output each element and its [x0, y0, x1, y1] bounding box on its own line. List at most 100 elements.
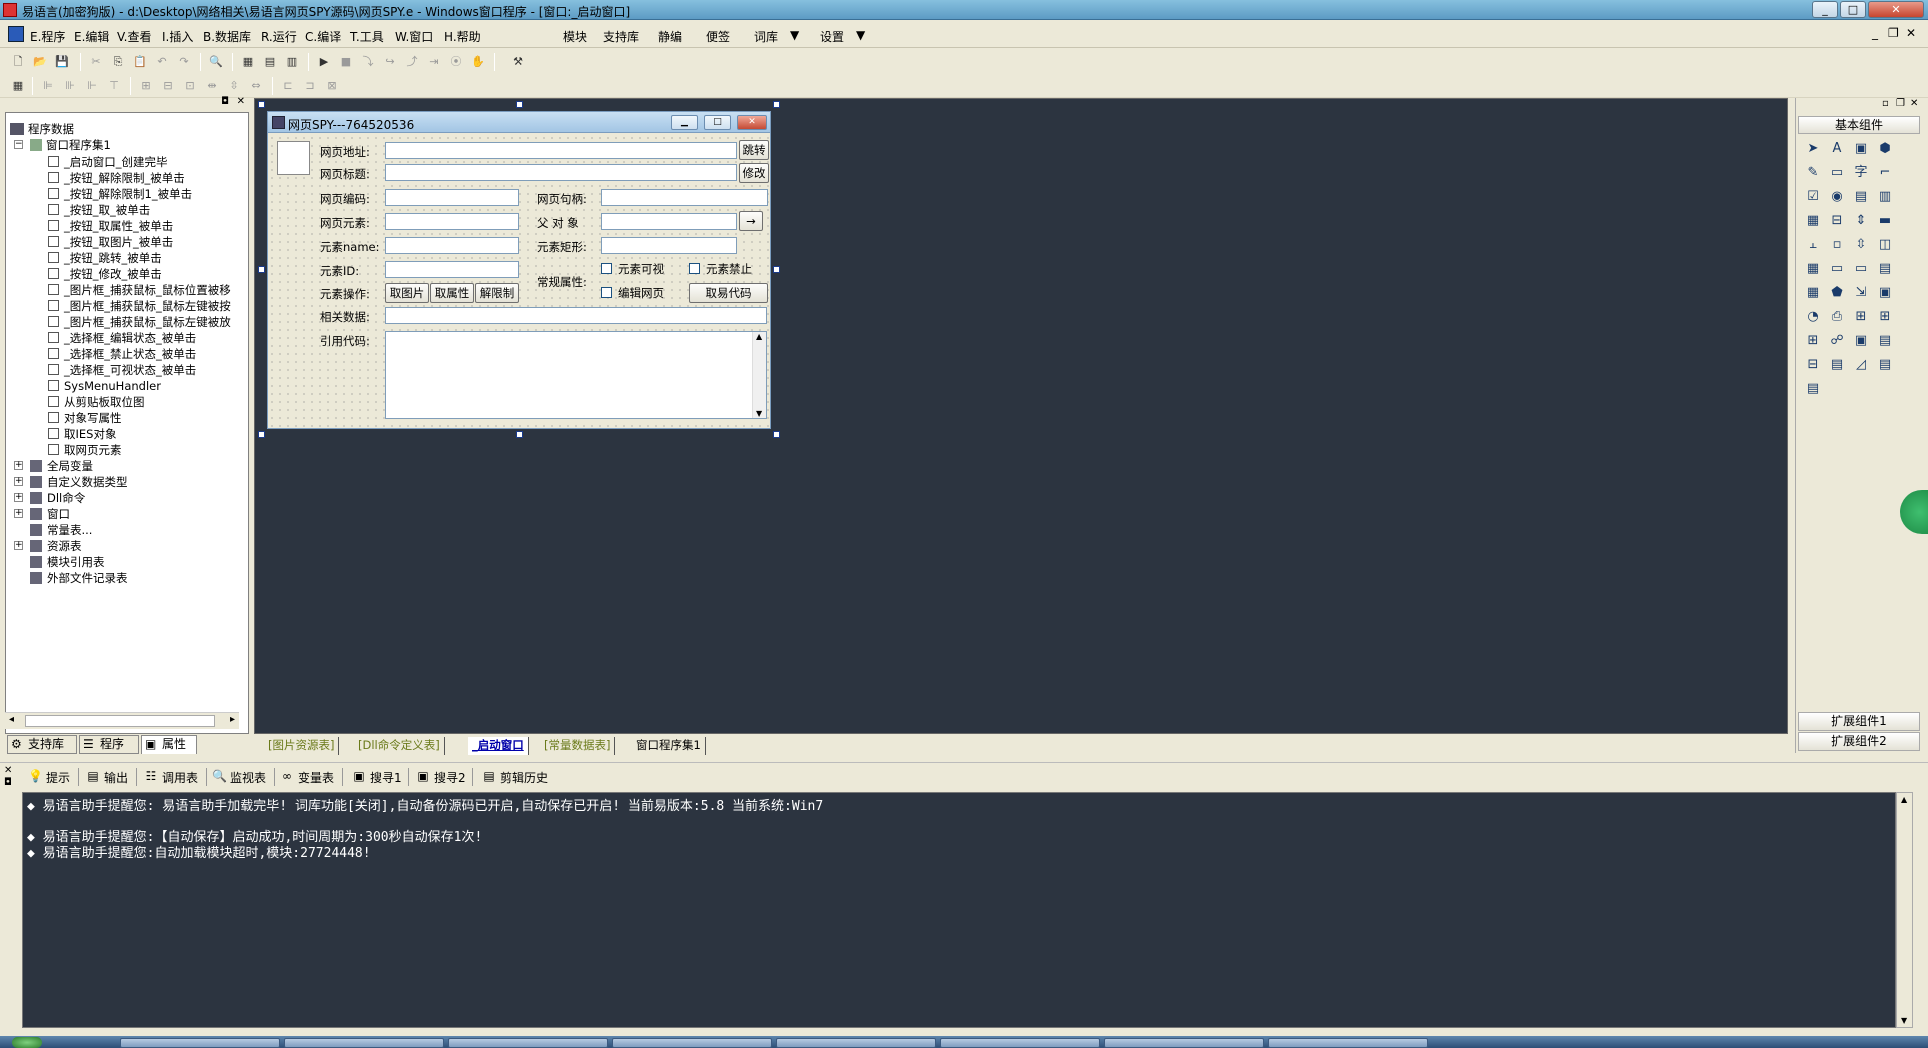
odbc-icon[interactable]: ▤: [1874, 354, 1896, 376]
handle-input[interactable]: [601, 189, 768, 206]
server-icon[interactable]: ⊞: [1802, 330, 1824, 352]
same-height-icon[interactable]: ⊟: [160, 78, 176, 94]
output-pin-icon[interactable]: ◘: [4, 777, 12, 788]
code-textarea[interactable]: ▲ ▼: [385, 331, 767, 419]
tree-node[interactable]: Dll命令: [30, 490, 85, 506]
tree-subroutine[interactable]: _按钮_解除限制_被单击: [48, 170, 185, 186]
tree-subroutine[interactable]: _按钮_取_被单击: [48, 202, 150, 218]
menu-tools[interactable]: T.工具: [350, 28, 384, 45]
menu-support-lib[interactable]: 支持库: [603, 28, 639, 45]
lock-icon[interactable]: ⊠: [324, 78, 340, 94]
related-input[interactable]: [385, 307, 767, 324]
center-ver-icon[interactable]: ⊐: [302, 78, 318, 94]
image-list-icon[interactable]: ▣: [1874, 282, 1896, 304]
resize-handle[interactable]: [773, 266, 780, 273]
picture-box-icon[interactable]: ▣: [1850, 138, 1872, 160]
encoding-input[interactable]: [385, 189, 519, 206]
tree-subroutine[interactable]: _图片框_捕获鼠标_鼠标左键被按: [48, 298, 231, 314]
output-close-icon[interactable]: ✕: [4, 765, 12, 776]
panel-close-icon[interactable]: ✕: [237, 96, 245, 107]
tab-dll-commands[interactable]: [Dll命令定义表]: [354, 737, 445, 755]
menu-help[interactable]: H.帮助: [444, 28, 481, 45]
menu-edit[interactable]: E.编辑: [74, 28, 109, 45]
scroll-down-icon[interactable]: ▼: [1901, 1016, 1907, 1025]
tab-icon[interactable]: ▫: [1826, 234, 1848, 256]
scroll-down-icon[interactable]: ▼: [756, 409, 762, 418]
h-space-icon[interactable]: ⇹: [204, 78, 220, 94]
taskbar-app[interactable]: [1104, 1038, 1264, 1048]
resize-handle[interactable]: [258, 101, 265, 108]
redo-icon[interactable]: ↷: [176, 54, 192, 70]
align-center-icon[interactable]: ⊪: [62, 78, 78, 94]
v-space-icon[interactable]: ⇳: [226, 78, 242, 94]
tree-node[interactable]: 外部文件记录表: [30, 570, 128, 586]
output-scrollbar[interactable]: ▲ ▼: [1896, 792, 1913, 1028]
panel-icon[interactable]: ▣: [1850, 330, 1872, 352]
taskbar-app[interactable]: [940, 1038, 1100, 1048]
hand-icon[interactable]: ✋: [470, 54, 486, 70]
menu-static-compile[interactable]: 静编: [658, 28, 682, 45]
dialog-icon[interactable]: ▤: [1874, 330, 1896, 352]
text-icon[interactable]: 字: [1850, 162, 1872, 184]
title-input[interactable]: [385, 164, 737, 181]
expand-toggle[interactable]: +: [14, 493, 23, 502]
breakpoint-icon[interactable]: ⦿: [448, 54, 464, 70]
start-button[interactable]: [12, 1037, 42, 1048]
tree-subroutine[interactable]: _图片框_捕获鼠标_鼠标位置被移: [48, 282, 231, 298]
minimize-button[interactable]: _: [1812, 1, 1838, 18]
disabled-checkbox[interactable]: 元素禁止: [689, 261, 752, 277]
element-input[interactable]: [385, 213, 519, 230]
same-size-icon[interactable]: ⊡: [182, 78, 198, 94]
expand-toggle[interactable]: +: [14, 541, 23, 550]
tab-window-assembly[interactable]: 窗口程序集1: [632, 737, 706, 755]
stop-icon[interactable]: ■: [338, 54, 354, 70]
tree-horizontal-scrollbar[interactable]: ◂ ▸: [5, 712, 239, 729]
menu-database[interactable]: B.数据库: [203, 28, 251, 45]
scroll-up-icon[interactable]: ▲: [1901, 795, 1907, 804]
tab-clip-history[interactable]: ▤ 剪辑历史: [482, 769, 548, 786]
taskbar-app[interactable]: [120, 1038, 280, 1048]
spin-icon[interactable]: ⇳: [1850, 234, 1872, 256]
tree-node[interactable]: 资源表: [30, 538, 82, 554]
get-code-button[interactable]: 取易代码: [689, 283, 768, 303]
menu-module[interactable]: 模块: [563, 28, 587, 45]
scroll-right-icon[interactable]: ▸: [230, 714, 235, 725]
net-icon[interactable]: ⊞: [1850, 306, 1872, 328]
mdi-minimize-icon[interactable]: _: [1872, 26, 1878, 40]
tab-program[interactable]: ☰ 程序: [79, 735, 139, 754]
center-h-icon[interactable]: ⇔: [248, 78, 264, 94]
db-icon[interactable]: ⬟: [1826, 282, 1848, 304]
tree-subroutine[interactable]: _按钮_修改_被单击: [48, 266, 162, 282]
pin-icon[interactable]: ◘: [221, 96, 229, 107]
menu-window[interactable]: W.窗口: [395, 28, 433, 45]
tab-hints[interactable]: 💡 提示: [28, 769, 70, 786]
tree-subroutine[interactable]: _按钮_跳转_被单击: [48, 250, 162, 266]
dblist-icon[interactable]: ▤: [1826, 354, 1848, 376]
tab-startup-window[interactable]: _启动窗口: [468, 737, 529, 755]
timer-icon[interactable]: ◔: [1802, 306, 1824, 328]
rect-input[interactable]: [601, 237, 737, 254]
radio-icon[interactable]: ◉: [1826, 186, 1848, 208]
align-right-icon[interactable]: ⊩: [84, 78, 100, 94]
url-input[interactable]: [385, 142, 737, 159]
combo-icon[interactable]: ▦: [1802, 210, 1824, 232]
tab-call-stack[interactable]: ☷ 调用表: [144, 769, 198, 786]
unlock-button[interactable]: 解限制: [475, 283, 519, 303]
scroll-left-icon[interactable]: ◂: [9, 714, 14, 725]
align-top-icon[interactable]: ⊤: [106, 78, 122, 94]
line-icon[interactable]: ⌐: [1874, 162, 1896, 184]
scroll-up-icon[interactable]: ▲: [756, 332, 762, 341]
tree-node[interactable]: 全局变量: [30, 458, 93, 474]
edit-box-icon[interactable]: ✎: [1802, 162, 1824, 184]
modify-button[interactable]: 修改: [739, 163, 769, 183]
tree-icon[interactable]: ☍: [1826, 330, 1848, 352]
taskbar-app[interactable]: [776, 1038, 936, 1048]
get-attr-button[interactable]: 取属性: [430, 283, 474, 303]
resize-handle[interactable]: [258, 266, 265, 273]
tree-node[interactable]: 自定义数据类型: [30, 474, 128, 490]
maximize-button[interactable]: □: [1840, 1, 1866, 18]
taskbar-app[interactable]: [1268, 1038, 1428, 1048]
slider-icon[interactable]: ⫠: [1802, 234, 1824, 256]
elid-input[interactable]: [385, 261, 519, 278]
center-hor-icon[interactable]: ⊏: [280, 78, 296, 94]
